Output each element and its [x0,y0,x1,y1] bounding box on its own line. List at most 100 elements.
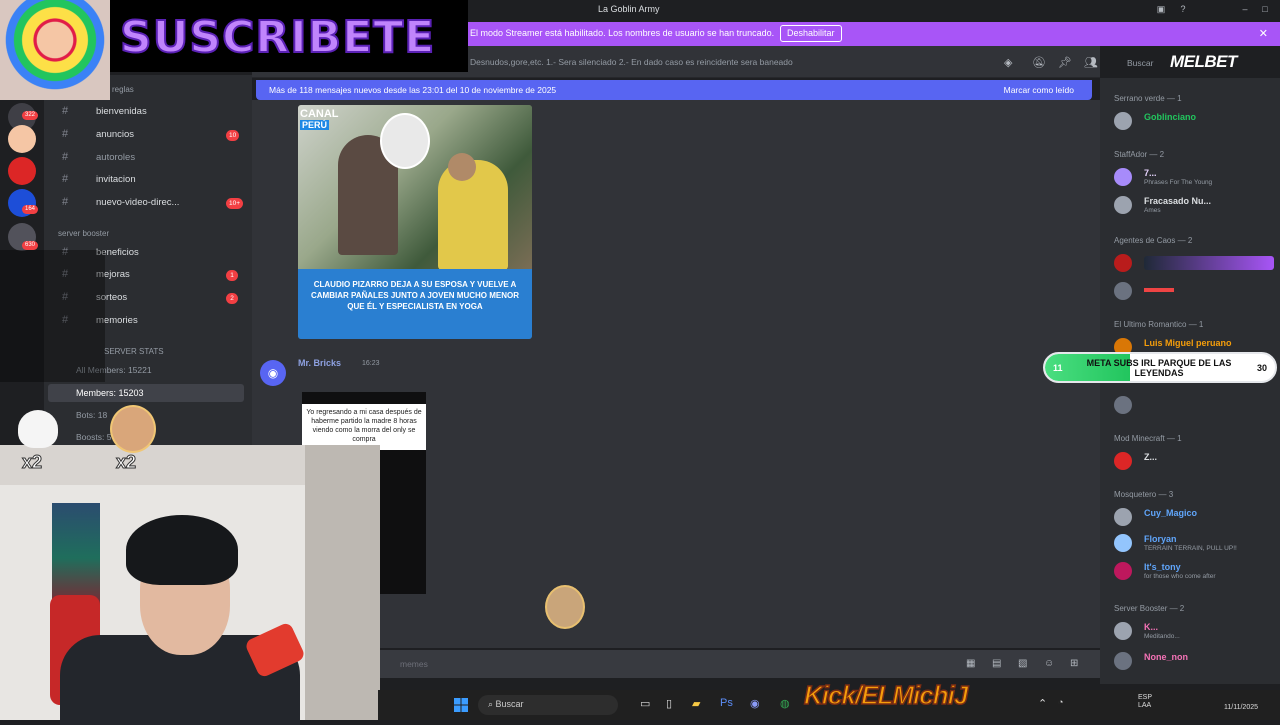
member-item[interactable]: Floryan TERRAIN TERRAIN, PULL UP!! [1114,532,1280,554]
member-item[interactable]: It's_tony for those who come after [1114,560,1280,582]
chrome-icon[interactable]: ◍ [780,697,790,710]
gif-icon[interactable]: ▤ [992,658,1001,669]
member-name: Cuy_Magico [1144,508,1198,518]
tray-chevron-icon[interactable]: ⌃ [1038,697,1047,710]
server-icon[interactable] [8,157,36,185]
unread-badge: 1 [226,270,238,281]
photoshop-icon[interactable]: Ps [720,697,733,709]
member-item[interactable]: K... Meditando... [1114,620,1280,642]
member-name: Goblinciano [1144,112,1197,122]
member-name: Fracasado Nu... [1144,196,1212,206]
member-item[interactable]: Cuy_Magico [1114,506,1280,528]
member-item[interactable] [1114,394,1280,416]
apps-icon[interactable]: ⊞ [1070,658,1078,669]
news-logo: CANAL [300,108,339,120]
discord-avatar-icon[interactable]: ◉ [260,360,286,386]
avatar [1114,196,1132,214]
member-name: K... [1144,622,1159,632]
channel-item[interactable]: # autoroles [48,148,244,168]
hash-icon: # [62,105,69,117]
news-headline: CLAUDIO PIZARRO DEJA A SU ESPOSA Y VUELV… [298,269,532,339]
member-status: Ames [1144,207,1161,214]
avatar [1114,534,1132,552]
taskbar-search[interactable]: ⌕ Buscar [478,695,618,715]
channel-label: bienvenidas [96,106,147,117]
member-item[interactable]: Fracasado Nu... Ames [1114,194,1280,216]
inbox-icon[interactable]: ▣ [1154,4,1168,16]
channel-rules[interactable]: reglas [112,85,134,94]
message-author[interactable]: Mr. Bricks [298,358,341,368]
subscribe-banner: SUSCRIBETE [110,0,468,72]
member-item[interactable]: None_non [1114,650,1280,672]
notification-icon[interactable]: 🔕︎ [1032,56,1046,69]
member-item[interactable]: 7... Phrases For The Young [1114,166,1280,188]
server-badge: 322 [22,111,38,120]
new-messages-bar[interactable]: Más de 118 mensajes nuevos desde las 23:… [256,80,1092,100]
avatar [1114,112,1132,130]
kick-channel-overlay: Kick/ELMichiJ [803,679,969,711]
stat-channel-selected[interactable]: Members: 15203 [48,384,244,402]
member-name: Z... [1144,452,1157,462]
avatar [1114,452,1132,470]
channel-item[interactable]: # anuncios 10 [48,125,244,145]
pin-icon[interactable]: 📌︎ [1058,56,1072,69]
clown-emote [0,0,110,100]
news-image-attachment[interactable]: CANAL PERÚ CLAUDIO PIZARRO DEJA A SU ESP… [298,105,532,339]
stat-channel-label: Members: 15203 [76,388,144,398]
unread-badge: 2 [226,293,238,304]
wifi-icon[interactable]: ◔ [1058,697,1063,707]
server-badge: 164 [22,205,38,214]
member-name: Floryan [1144,534,1177,544]
threads-icon[interactable]: ◈ [1004,56,1012,69]
member-banner [1144,256,1274,270]
channel-label: autoroles [96,152,136,163]
stream-chat-overlay [0,250,105,382]
member-item[interactable]: Z... [1114,450,1280,472]
channel-item[interactable]: # bienvenidas [48,102,244,122]
server-badge: 630 [22,241,38,250]
door [305,445,380,720]
member-item[interactable]: Goblinciano [1114,110,1280,132]
stat-channel[interactable]: Boosts: 5 [76,432,111,442]
language-indicator[interactable]: ESP LAA [1138,694,1162,710]
member-item[interactable] [1114,252,1280,274]
message-input[interactable]: memes ▦ ▤ ▧ ☺ ⊞ [378,650,1100,678]
gift-icon[interactable]: ▦ [966,658,975,669]
category-label[interactable]: server booster [58,229,109,238]
disable-streamer-button[interactable]: Deshabilitar [780,25,842,42]
channel-item[interactable]: # nuevo-video-direc... 10+ [48,193,244,213]
emoji-icon[interactable]: ☺ [1044,658,1054,669]
folder-icon[interactable]: ▰ [692,697,700,710]
new-messages-text: Más de 118 mensajes nuevos desde las 23:… [269,85,557,95]
discord-icon[interactable]: ◉ [750,697,760,710]
multiplier-label: x2 [115,452,137,473]
skull-emote [18,410,58,448]
mic-app-icon[interactable]: ▯ [666,697,672,710]
member-group-title: El Ultimo Romantico — 1 [1114,320,1204,329]
member-item[interactable] [1114,280,1280,302]
windows-start-icon[interactable] [454,698,468,712]
window-title: La Goblin Army [598,4,660,14]
person-shape [438,160,508,270]
maximize-button[interactable]: □ [1258,4,1272,16]
person-head-shape [448,153,476,181]
stat-channel[interactable]: Bots: 18 [76,410,107,420]
close-icon[interactable]: ✕ [1259,27,1268,40]
taskbar-search-label: Buscar [495,699,524,709]
channel-item[interactable]: # invitacion [48,170,244,190]
member-status: TERRAIN TERRAIN, PULL UP!! [1144,545,1237,552]
message-timestamp: 16:23 [362,360,380,367]
category-label[interactable]: SERVER STATS [104,347,164,356]
search-icon: ⌕ [488,699,496,709]
sponsor-logo: MELBET [1170,52,1237,71]
sticker-icon[interactable]: ▧ [1018,658,1027,669]
taskbar-date[interactable]: 11/11/2025 [1224,704,1258,711]
member-name: None_non [1144,652,1188,662]
channel-topic: Desnudos,gore,etc. 1.- Sera silenciado 2… [470,57,793,67]
task-view-icon[interactable]: ▭ [640,697,650,710]
server-icon[interactable] [8,125,36,153]
minimize-button[interactable]: – [1238,4,1252,16]
help-icon[interactable]: ? [1176,4,1190,16]
mark-read-button[interactable]: Marcar como leído [1004,85,1074,95]
member-list-icon[interactable]: 👥︎ [1084,56,1098,69]
